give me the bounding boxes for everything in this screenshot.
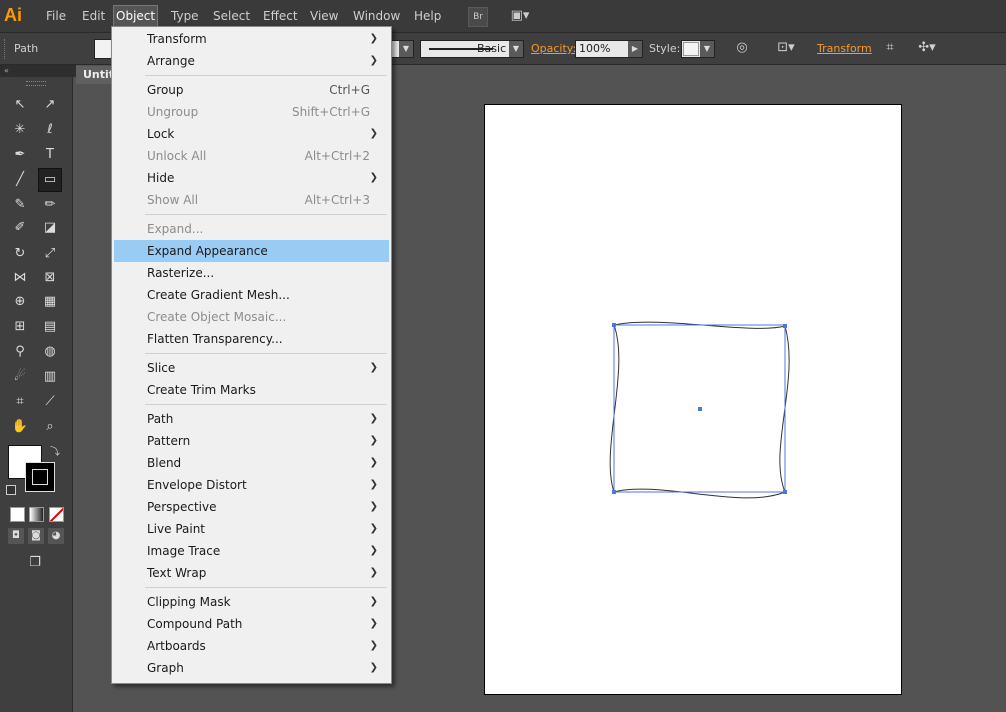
submenu-arrow-icon: ❯ <box>369 55 378 66</box>
submenu-arrow-icon: ❯ <box>369 362 378 373</box>
menu-item-live-paint[interactable]: Live Paint ❯ <box>114 518 389 540</box>
submenu-arrow-icon: ❯ <box>369 128 378 139</box>
submenu-arrow-icon: ❯ <box>369 33 378 44</box>
menu-item-hide[interactable]: Hide ❯ <box>114 167 389 189</box>
menu-item-graph[interactable]: Graph ❯ <box>114 657 389 679</box>
menu-item-perspective[interactable]: Perspective ❯ <box>114 496 389 518</box>
menu-separator <box>145 214 387 215</box>
menu-separator <box>145 353 387 354</box>
submenu-arrow-icon: ❯ <box>369 501 378 512</box>
menu-item-expand-appearance[interactable]: Expand Appearance <box>114 240 389 262</box>
submenu-arrow-icon: ❯ <box>369 413 378 424</box>
submenu-arrow-icon: ❯ <box>369 172 378 183</box>
submenu-arrow-icon: ❯ <box>369 457 378 468</box>
submenu-arrow-icon: ❯ <box>369 545 378 556</box>
menu-separator <box>145 587 387 588</box>
center-point <box>698 407 702 411</box>
menu-item-unlock-all[interactable]: Unlock All Alt+Ctrl+2 <box>114 145 389 167</box>
menu-item-path[interactable]: Path ❯ <box>114 408 389 430</box>
menu-item-pattern[interactable]: Pattern ❯ <box>114 430 389 452</box>
menu-separator <box>145 75 387 76</box>
submenu-arrow-icon: ❯ <box>369 567 378 578</box>
submenu-arrow-icon: ❯ <box>369 435 378 446</box>
submenu-arrow-icon: ❯ <box>369 618 378 629</box>
menu-item-image-trace[interactable]: Image Trace ❯ <box>114 540 389 562</box>
submenu-arrow-icon: ❯ <box>369 640 378 651</box>
menu-item-flatten-transparency[interactable]: Flatten Transparency... <box>114 328 389 350</box>
menu-item-compound-path[interactable]: Compound Path ❯ <box>114 613 389 635</box>
submenu-arrow-icon: ❯ <box>369 479 378 490</box>
menu-item-create-gradient-mesh[interactable]: Create Gradient Mesh... <box>114 284 389 306</box>
menu-item-text-wrap[interactable]: Text Wrap ❯ <box>114 562 389 584</box>
menu-item-create-object-mosaic[interactable]: Create Object Mosaic... <box>114 306 389 328</box>
anchor-point[interactable] <box>783 490 787 494</box>
menu-item-expand[interactable]: Expand... <box>114 218 389 240</box>
submenu-arrow-icon: ❯ <box>369 523 378 534</box>
menu-item-artboards[interactable]: Artboards ❯ <box>114 635 389 657</box>
menu-item-transform[interactable]: Transform ❯ <box>114 28 389 50</box>
menu-item-lock[interactable]: Lock ❯ <box>114 123 389 145</box>
menu-item-slice[interactable]: Slice ❯ <box>114 357 389 379</box>
menu-item-envelope-distort[interactable]: Envelope Distort ❯ <box>114 474 389 496</box>
menu-separator <box>145 404 387 405</box>
submenu-arrow-icon: ❯ <box>369 662 378 673</box>
menu-item-show-all[interactable]: Show All Alt+Ctrl+3 <box>114 189 389 211</box>
anchor-point[interactable] <box>612 323 616 327</box>
menu-item-ungroup[interactable]: Ungroup Shift+Ctrl+G <box>114 101 389 123</box>
anchor-point[interactable] <box>783 324 787 328</box>
menu-item-blend[interactable]: Blend ❯ <box>114 452 389 474</box>
menu-item-rasterize[interactable]: Rasterize... <box>114 262 389 284</box>
menu-item-clipping-mask[interactable]: Clipping Mask ❯ <box>114 591 389 613</box>
object-menu-dropdown: Transform ❯ Arrange ❯ Group Ctrl+G Ungroup S… <box>111 26 392 684</box>
menu-item-arrange[interactable]: Arrange ❯ <box>114 50 389 72</box>
submenu-arrow-icon: ❯ <box>369 596 378 607</box>
menu-item-create-trim-marks[interactable]: Create Trim Marks <box>114 379 389 401</box>
menu-item-group[interactable]: Group Ctrl+G <box>114 79 389 101</box>
anchor-point[interactable] <box>612 490 616 494</box>
